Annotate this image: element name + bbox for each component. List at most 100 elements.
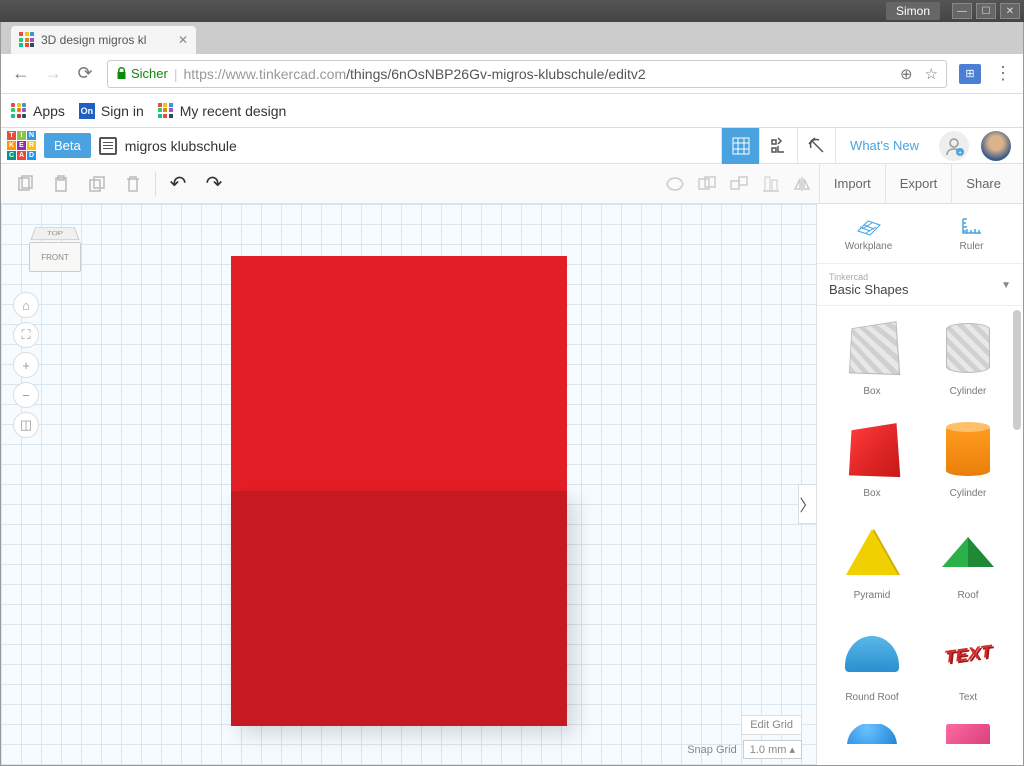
- home-view-button[interactable]: ⌂: [13, 292, 39, 318]
- bookmark-signin[interactable]: On Sign in: [79, 103, 144, 119]
- export-button[interactable]: Export: [885, 164, 952, 204]
- whats-new-link[interactable]: What's New: [835, 128, 933, 164]
- minecraft-button[interactable]: [797, 128, 835, 164]
- back-button[interactable]: ←: [11, 63, 31, 84]
- window-minimize-button[interactable]: —: [952, 3, 972, 19]
- canvas-shape-box[interactable]: [231, 256, 567, 726]
- shape-box[interactable]: Box: [827, 418, 917, 510]
- workplane-label: Workplane: [845, 241, 893, 252]
- bookmark-label: Sign in: [101, 103, 144, 119]
- lock-icon: [116, 67, 127, 80]
- shape-label: Box: [863, 488, 880, 499]
- svg-text:+: +: [958, 150, 962, 156]
- copy-button[interactable]: [9, 168, 41, 200]
- undo-button[interactable]: ↶: [162, 168, 194, 200]
- design-name-label: migros klubschule: [125, 138, 237, 154]
- tab-title: 3D design migros kl: [41, 33, 146, 47]
- tinkercad-app: TIN KER CAD Beta migros klubschule Wha: [1, 128, 1023, 765]
- view-cube[interactable]: TOP FRONT: [29, 224, 81, 276]
- show-all-button[interactable]: [659, 168, 691, 200]
- shape-label: Box: [863, 386, 880, 397]
- shape-category-selector[interactable]: Tinkercad Basic Shapes ▼: [817, 264, 1023, 306]
- shape-label: Text: [959, 692, 977, 703]
- shape-label: Roof: [957, 590, 978, 601]
- bookmark-apps[interactable]: Apps: [11, 103, 65, 119]
- forward-button[interactable]: →: [43, 63, 63, 84]
- bookmark-star-icon[interactable]: ☆: [925, 65, 938, 83]
- snap-grid-label: Snap Grid: [687, 744, 737, 756]
- viewcube-front[interactable]: FRONT: [29, 242, 81, 272]
- tinkercad-logo[interactable]: TIN KER CAD: [7, 131, 36, 160]
- shape-thumbnail: [936, 520, 1000, 584]
- shape-cylinder[interactable]: Cylinder: [923, 418, 1013, 510]
- panel-collapse-button[interactable]: 〉: [798, 484, 816, 524]
- os-titlebar: Simon — ☐ ✕: [0, 0, 1024, 22]
- shape-thumbnail: [840, 418, 904, 482]
- zoom-in-button[interactable]: +: [13, 352, 39, 378]
- ruler-label: Ruler: [960, 241, 984, 252]
- zoom-out-button[interactable]: −: [13, 382, 39, 408]
- group-button[interactable]: [691, 168, 723, 200]
- ungroup-button[interactable]: [723, 168, 755, 200]
- grid-view-button[interactable]: [721, 128, 759, 164]
- browser-tab[interactable]: 3D design migros kl ✕: [11, 26, 196, 54]
- zoom-icon[interactable]: ⊕: [900, 65, 913, 83]
- shape-label: Pyramid: [854, 590, 891, 601]
- shape-roof[interactable]: Roof: [923, 520, 1013, 612]
- extension-icon[interactable]: ⊞: [959, 64, 981, 84]
- shapes-scrollbar[interactable]: [1013, 310, 1021, 430]
- import-button[interactable]: Import: [819, 164, 885, 204]
- tab-close-icon[interactable]: ✕: [178, 33, 188, 47]
- shape-thumbnail: [840, 622, 904, 686]
- browser-menu-button[interactable]: ⋮: [993, 63, 1013, 84]
- shape-next[interactable]: [923, 724, 1013, 755]
- apps-grid-icon: [11, 103, 27, 119]
- shape-hemisphere[interactable]: [827, 724, 917, 755]
- secure-indicator: Sicher: [116, 66, 168, 81]
- delete-button[interactable]: [117, 168, 149, 200]
- address-bar[interactable]: Sicher | https://www.tinkercad.com/thing…: [107, 60, 947, 88]
- bookmark-recent[interactable]: My recent design: [158, 103, 287, 119]
- align-button[interactable]: [755, 168, 787, 200]
- shape-thumbnail: [840, 520, 904, 584]
- os-user-label: Simon: [886, 2, 940, 20]
- redo-button[interactable]: ↷: [198, 168, 230, 200]
- edit-grid-button[interactable]: Edit Grid: [741, 715, 802, 735]
- window-maximize-button[interactable]: ☐: [976, 3, 996, 19]
- design-name[interactable]: migros klubschule: [99, 137, 237, 155]
- bookmark-label: Apps: [33, 103, 65, 119]
- tab-strip: 3D design migros kl ✕: [1, 22, 1023, 54]
- window-close-button[interactable]: ✕: [1000, 3, 1020, 19]
- workspace: TOP FRONT ⌂ ⛶ + − ◫ 〉 Edit Grid Snap G: [1, 204, 1023, 765]
- grid-icon: [732, 137, 750, 155]
- secure-label: Sicher: [131, 66, 168, 81]
- ruler-tool[interactable]: Ruler: [920, 204, 1023, 263]
- shape-pyramid[interactable]: Pyramid: [827, 520, 917, 612]
- reload-button[interactable]: ⟳: [75, 63, 95, 84]
- viewcube-top[interactable]: TOP: [30, 227, 79, 240]
- duplicate-button[interactable]: [81, 168, 113, 200]
- mirror-button[interactable]: [787, 168, 819, 200]
- canvas[interactable]: TOP FRONT ⌂ ⛶ + − ◫ 〉 Edit Grid Snap G: [1, 204, 816, 765]
- snap-grid-value[interactable]: 1.0 mm ▴: [743, 740, 802, 759]
- shape-text[interactable]: TEXTText: [923, 622, 1013, 714]
- fit-view-button[interactable]: ⛶: [13, 322, 39, 348]
- app-toolbar: ↶ ↷ Import Export Share: [1, 164, 1023, 204]
- shape-box[interactable]: Box: [827, 316, 917, 408]
- ortho-toggle-button[interactable]: ◫: [13, 412, 39, 438]
- shape-label: Cylinder: [950, 488, 987, 499]
- chevron-down-icon: ▼: [1001, 280, 1011, 291]
- tinkercad-favicon: [158, 103, 174, 119]
- shape-round-roof[interactable]: Round Roof: [827, 622, 917, 714]
- shape-cylinder[interactable]: Cylinder: [923, 316, 1013, 408]
- designs-list-icon: [99, 137, 117, 155]
- bookmark-label: My recent design: [180, 103, 287, 119]
- shape-thumbnail: [936, 316, 1000, 380]
- account-icon[interactable]: +: [939, 131, 969, 161]
- blocks-view-button[interactable]: [759, 128, 797, 164]
- paste-button[interactable]: [45, 168, 77, 200]
- share-button[interactable]: Share: [951, 164, 1015, 204]
- user-avatar[interactable]: [981, 131, 1011, 161]
- workplane-tool[interactable]: Workplane: [817, 204, 920, 263]
- pickaxe-icon: [807, 136, 827, 156]
